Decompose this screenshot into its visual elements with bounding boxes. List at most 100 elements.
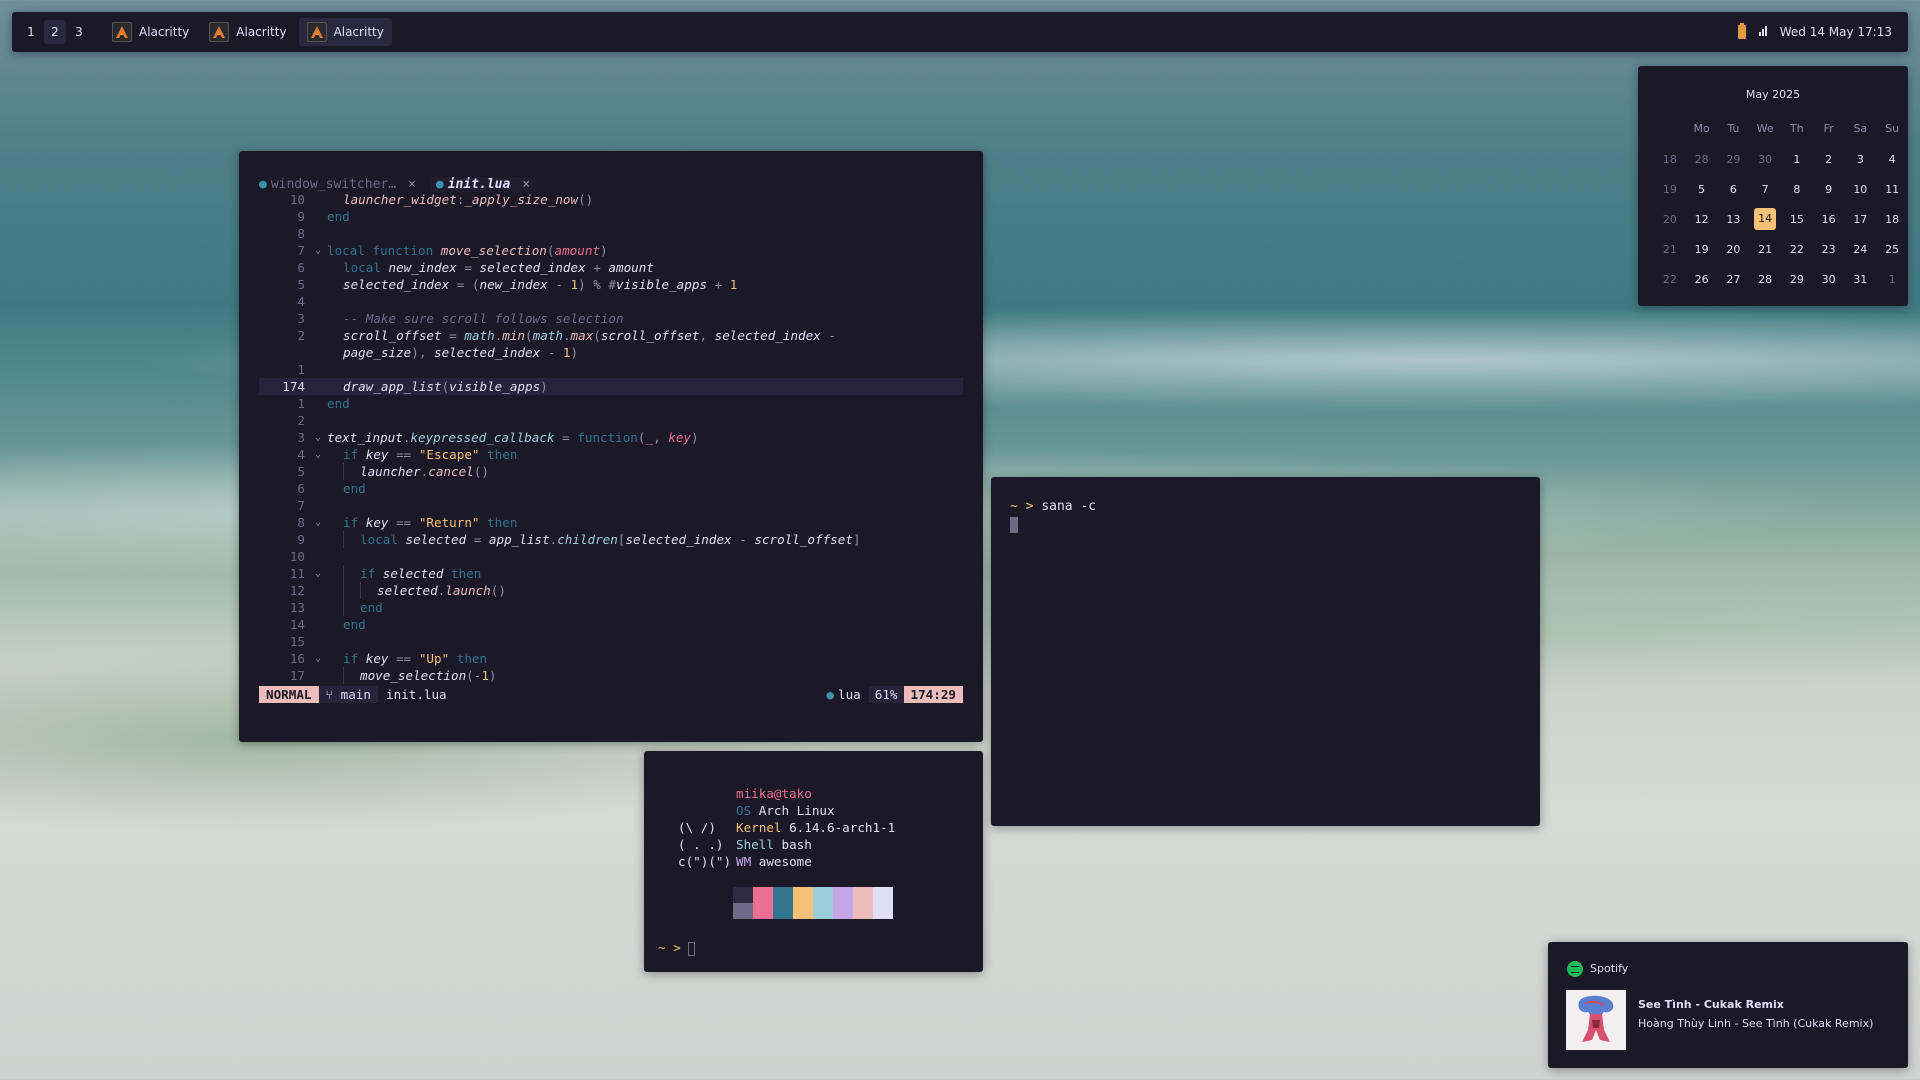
calendar-day[interactable]: 29 <box>1717 144 1749 174</box>
calendar-day[interactable]: 22 <box>1781 234 1813 264</box>
calendar-day[interactable]: 8 <box>1781 174 1813 204</box>
code-line[interactable]: 3 -- Make sure scroll follows selection <box>259 310 963 327</box>
calendar-day[interactable]: 29 <box>1781 264 1813 294</box>
calendar-day[interactable]: 16 <box>1813 204 1845 234</box>
code-line[interactable]: 7 ⌄ local function move_selection(amount) <box>259 242 963 259</box>
code-line[interactable]: 9 local selected = app_list.children[sel… <box>259 531 963 548</box>
close-icon[interactable]: × <box>522 177 530 192</box>
alacritty-icon <box>112 22 132 42</box>
code-line[interactable]: 6 end <box>259 480 963 497</box>
code-token: ), <box>411 345 434 360</box>
calendar-day[interactable]: 31 <box>1844 264 1876 294</box>
calendar-day[interactable]: 17 <box>1844 204 1876 234</box>
fold-chevron-icon[interactable]: ⌄ <box>315 242 327 259</box>
code-line[interactable]: 2 <box>259 412 963 429</box>
code-line[interactable]: 3 ⌄ text_input.keypressed_callback = funct… <box>259 429 963 446</box>
code-line[interactable]: 16 ⌄ if key == "Up" then <box>259 650 963 667</box>
calendar-day[interactable]: 18 <box>1876 204 1908 234</box>
code-area[interactable]: 10 launcher_widget:_apply_size_now() 9 end… <box>259 191 963 685</box>
calendar-day[interactable]: 1 <box>1781 144 1813 174</box>
close-icon[interactable]: × <box>408 177 416 192</box>
tab-init-lua[interactable]: ● init.lua × <box>429 176 537 192</box>
calendar-day[interactable]: 28 <box>1686 144 1718 174</box>
code-line-current[interactable]: 174 draw_app_list(visible_apps) <box>259 378 963 395</box>
taskbar-item-alacritty-1[interactable]: Alacritty <box>104 18 197 46</box>
code-line[interactable]: 7 <box>259 497 963 514</box>
code-line[interactable]: 6 local new_index = selected_index + amo… <box>259 259 963 276</box>
code-line[interactable]: 8 ⌄ if key == "Return" then <box>259 514 963 531</box>
fold-chevron-icon[interactable]: ⌄ <box>315 429 327 446</box>
code-token: key <box>365 515 389 530</box>
code-line[interactable]: 1 <box>259 361 963 378</box>
code-token: - <box>540 345 563 360</box>
tab-window-switcher[interactable]: ● window_switcher… × <box>259 177 416 192</box>
calendar-day[interactable]: 10 <box>1844 174 1876 204</box>
terminal-window[interactable]: ~ > sana -c <box>991 477 1540 826</box>
code-line[interactable]: 5 launcher.cancel() <box>259 463 963 480</box>
calendar-day[interactable]: 20 <box>1717 234 1749 264</box>
wifi-icon[interactable] <box>1758 25 1768 39</box>
code-line[interactable]: 2 scroll_offset = math.min(math.max(scro… <box>259 327 963 344</box>
calendar-day[interactable]: 27 <box>1717 264 1749 294</box>
calendar-day[interactable]: 19 <box>1686 234 1718 264</box>
calendar-day[interactable]: 11 <box>1876 174 1908 204</box>
code-token: new_index <box>479 277 548 292</box>
code-line[interactable]: 10 <box>259 548 963 565</box>
calendar-day[interactable]: 15 <box>1781 204 1813 234</box>
workspace-3[interactable]: 3 <box>68 20 90 44</box>
fold-chevron-icon[interactable]: ⌄ <box>315 650 327 667</box>
fetch-terminal-window[interactable]: miika@tako OS Arch Linux Kernel 6.14.6-ar… <box>644 751 983 972</box>
code-line[interactable]: 5 selected_index = (new_index - 1) % #vi… <box>259 276 963 293</box>
calendar-day[interactable]: 25 <box>1876 234 1908 264</box>
spotify-notification[interactable]: Spotify See Tình - Cukak Remix Hoàng Thù… <box>1548 942 1908 1068</box>
clock[interactable]: Wed 14 May 17:13 <box>1780 25 1892 39</box>
fold-chevron-icon[interactable]: ⌄ <box>315 565 327 582</box>
calendar-day[interactable]: 21 <box>1749 234 1781 264</box>
code-line[interactable]: 4 ⌄ if key == "Escape" then <box>259 446 963 463</box>
code-line[interactable]: 9 end <box>259 208 963 225</box>
calendar-day[interactable]: 1 <box>1876 264 1908 294</box>
fold-chevron-icon[interactable]: ⌄ <box>315 446 327 463</box>
taskbar-item-alacritty-3[interactable]: Alacritty <box>298 18 392 46</box>
calendar-day[interactable]: 9 <box>1813 174 1845 204</box>
line-number: 2 <box>297 328 305 343</box>
code-line[interactable]: 4 <box>259 293 963 310</box>
code-token: local <box>343 260 389 275</box>
calendar-day[interactable]: 30 <box>1813 264 1845 294</box>
taskbar-item-alacritty-2[interactable]: Alacritty <box>201 18 294 46</box>
calendar-day[interactable]: 7 <box>1749 174 1781 204</box>
code-line[interactable]: 12 selected.launch() <box>259 582 963 599</box>
calendar-day[interactable]: 12 <box>1686 204 1718 234</box>
code-line[interactable]: 17 move_selection(-1) <box>259 667 963 684</box>
code-line[interactable]: page_size), selected_index - 1) <box>259 344 963 361</box>
calendar-day[interactable]: 26 <box>1686 264 1718 294</box>
code-token: "Up" <box>418 651 450 666</box>
code-line[interactable]: 14 end <box>259 616 963 633</box>
calendar-day[interactable]: 5 <box>1686 174 1718 204</box>
code-token: "Escape" <box>418 447 480 462</box>
calendar-day[interactable]: 4 <box>1876 144 1908 174</box>
calendar-day[interactable]: 13 <box>1717 204 1749 234</box>
fold-gutter <box>315 378 327 395</box>
code-line[interactable]: 10 launcher_widget:_apply_size_now() <box>259 191 963 208</box>
workspace-1[interactable]: 1 <box>20 20 42 44</box>
calendar-day[interactable]: 28 <box>1749 264 1781 294</box>
code-line[interactable]: 15 <box>259 633 963 650</box>
calendar-day[interactable]: 3 <box>1844 144 1876 174</box>
fold-chevron-icon[interactable]: ⌄ <box>315 514 327 531</box>
calendar-day[interactable]: 24 <box>1844 234 1876 264</box>
code-token: ) <box>599 243 608 258</box>
workspace-2[interactable]: 2 <box>44 20 66 44</box>
calendar-day[interactable]: 6 <box>1717 174 1749 204</box>
code-line[interactable]: 13 end <box>259 599 963 616</box>
calendar-day[interactable]: 23 <box>1813 234 1845 264</box>
battery-icon[interactable] <box>1737 23 1746 39</box>
code-line[interactable]: 1 end <box>259 395 963 412</box>
code-line[interactable]: 11 ⌄ if selected then <box>259 565 963 582</box>
code-token: visible_apps <box>449 379 541 394</box>
fold-gutter <box>315 412 327 429</box>
calendar-day[interactable]: 30 <box>1749 144 1781 174</box>
calendar-day[interactable]: 2 <box>1813 144 1845 174</box>
code-line[interactable]: 8 <box>259 225 963 242</box>
calendar-day-today[interactable]: 14 <box>1749 204 1781 234</box>
